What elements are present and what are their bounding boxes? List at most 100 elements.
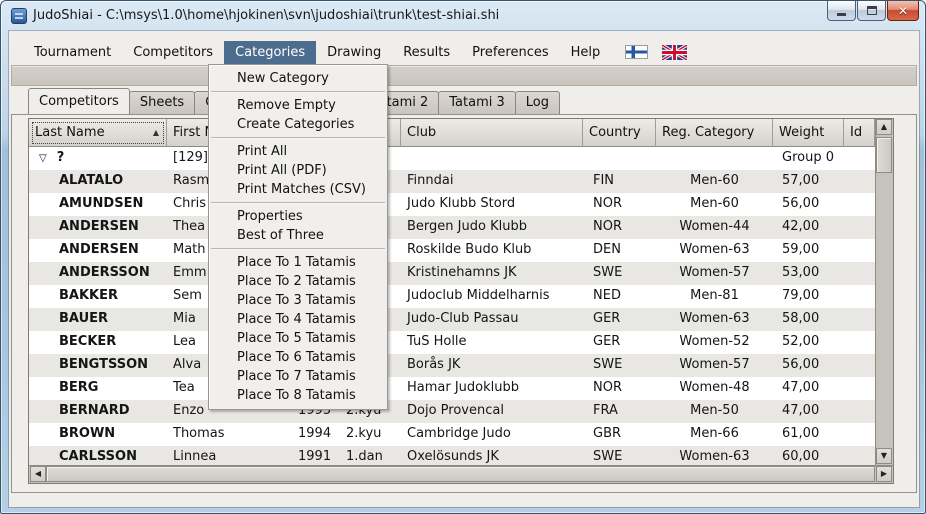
table-row[interactable]: BERNARDEnzo19952.kyuDojo ProvencalFRAMen… xyxy=(29,400,875,423)
scroll-left-button[interactable]: ◀ xyxy=(30,466,46,482)
cell-4: Oxelösunds JK xyxy=(401,446,583,465)
column-header-last-name[interactable]: Last Name▲ xyxy=(29,119,167,147)
menu-option-place-to-6-tatamis[interactable]: Place To 6 Tatamis xyxy=(210,348,386,367)
cell-4: Borås JK xyxy=(401,354,583,377)
cell-0: BAUER xyxy=(29,308,167,331)
menubar-item-categories[interactable]: Categories xyxy=(224,41,316,64)
tab-tatami-3[interactable]: Tatami 3 xyxy=(438,91,516,114)
cell-7: 56,00 xyxy=(773,354,844,377)
cell-8 xyxy=(844,216,875,239)
cell-0: BENGTSSON xyxy=(29,354,167,377)
cell-5: DEN xyxy=(583,239,656,262)
tab-competitors[interactable]: Competitors xyxy=(28,88,130,114)
cell-6: Women-63 xyxy=(656,239,773,262)
cell-5: GER xyxy=(583,331,656,354)
cell-3: 1.dan xyxy=(340,446,401,465)
uk-flag-icon[interactable] xyxy=(662,45,687,60)
menu-option-place-to-7-tatamis[interactable]: Place To 7 Tatamis xyxy=(210,367,386,386)
cell-2: 1991 xyxy=(292,446,340,465)
finnish-flag-icon[interactable] xyxy=(625,45,648,59)
column-header-club[interactable]: Club xyxy=(401,119,583,147)
table-row[interactable]: CARLSSONLinnea19911.danOxelösunds JKSWEW… xyxy=(29,446,875,465)
menu-option-place-to-2-tatamis[interactable]: Place To 2 Tatamis xyxy=(210,272,386,291)
cell-4: Cambridge Judo xyxy=(401,423,583,446)
menu-option-remove-empty[interactable]: Remove Empty xyxy=(210,96,386,115)
cell-7: 59,00 xyxy=(773,239,844,262)
tab-sheets[interactable]: Sheets xyxy=(129,91,195,114)
cell-5: FIN xyxy=(583,170,656,193)
menubar-item-help[interactable]: Help xyxy=(560,41,612,64)
column-header-country[interactable]: Country xyxy=(583,119,656,147)
menu-option-create-categories[interactable]: Create Categories xyxy=(210,115,386,134)
table-row[interactable]: BAUERMiaJudo-Club PassauGERWomen-6358,00 xyxy=(29,308,875,331)
cell-8 xyxy=(844,147,875,170)
table-row[interactable]: ANDERSSONEmmKristinehamns JKSWEWomen-575… xyxy=(29,262,875,285)
sort-ascending-icon: ▲ xyxy=(153,119,159,146)
cell-5: FRA xyxy=(583,400,656,423)
tab-log[interactable]: Log xyxy=(515,91,560,114)
vertical-scrollbar[interactable]: ▲ ▼ xyxy=(875,119,893,465)
menubar-item-competitors[interactable]: Competitors xyxy=(122,41,224,64)
cell-7: 57,00 xyxy=(773,170,844,193)
cell-5: NOR xyxy=(583,216,656,239)
cell-7: 52,00 xyxy=(773,331,844,354)
cell-1: Thomas xyxy=(167,423,292,446)
menu-option-properties[interactable]: Properties xyxy=(210,207,386,226)
vertical-scroll-thumb[interactable] xyxy=(876,137,892,173)
menu-option-place-to-8-tatamis[interactable]: Place To 8 Tatamis xyxy=(210,386,386,405)
group-row[interactable]: ▽?[129]Group 0 xyxy=(29,147,875,170)
menu-option-new-category[interactable]: New Category xyxy=(210,69,386,88)
menu-option-print-matches-csv[interactable]: Print Matches (CSV) xyxy=(210,180,386,199)
menu-option-print-all-pdf[interactable]: Print All (PDF) xyxy=(210,161,386,180)
expander-open-icon[interactable]: ▽ xyxy=(39,153,47,164)
menu-separator xyxy=(211,137,385,139)
cell-6: Men-66 xyxy=(656,423,773,446)
cell-8 xyxy=(844,377,875,400)
menu-option-print-all[interactable]: Print All xyxy=(210,142,386,161)
table-row[interactable]: ANDERSENMathRoskilde Budo KlubDENWomen-6… xyxy=(29,239,875,262)
table-row[interactable]: BAKKERSemJudoclub MiddelharnisNEDMen-817… xyxy=(29,285,875,308)
cell-6: Men-60 xyxy=(656,193,773,216)
menu-option-place-to-4-tatamis[interactable]: Place To 4 Tatamis xyxy=(210,310,386,329)
table-row[interactable]: BERGTeaHamar JudoklubbNORWomen-4847,00 xyxy=(29,377,875,400)
table-row[interactable]: AMUNDSENChrisJudo Klubb StordNORMen-6056… xyxy=(29,193,875,216)
maximize-button[interactable] xyxy=(857,1,886,21)
minimize-button[interactable] xyxy=(827,1,856,21)
scroll-up-button[interactable]: ▲ xyxy=(876,119,892,135)
column-header-reg-category[interactable]: Reg. Category xyxy=(656,119,773,147)
cell-4 xyxy=(401,147,583,170)
menu-option-place-to-5-tatamis[interactable]: Place To 5 Tatamis xyxy=(210,329,386,348)
cell-6: Women-57 xyxy=(656,262,773,285)
column-header-label: Club xyxy=(407,125,436,140)
menu-option-place-to-3-tatamis[interactable]: Place To 3 Tatamis xyxy=(210,291,386,310)
cell-6: Men-60 xyxy=(656,170,773,193)
cell-8 xyxy=(844,446,875,465)
horizontal-scrollbar[interactable]: ◀ ▶ xyxy=(29,465,893,483)
table-row[interactable]: ANDERSENTheaBergen Judo KlubbNORWomen-44… xyxy=(29,216,875,239)
titlebar[interactable]: JudoShiai - C:\msys\1.0\home\hjokinen\sv… xyxy=(1,1,925,31)
column-header-id[interactable]: Id xyxy=(844,119,875,147)
cell-5: SWE xyxy=(583,262,656,285)
table-row[interactable]: ALATALORasmFinndaiFINMen-6057,00 xyxy=(29,170,875,193)
table-row[interactable]: BECKERLeaTuS HolleGERWomen-5252,00 xyxy=(29,331,875,354)
menu-separator xyxy=(211,91,385,93)
cell-4: Bergen Judo Klubb xyxy=(401,216,583,239)
menu-option-best-of-three[interactable]: Best of Three xyxy=(210,226,386,245)
cell-7: 42,00 xyxy=(773,216,844,239)
menubar-item-results[interactable]: Results xyxy=(392,41,461,64)
table-row[interactable]: BENGTSSONAlvaBorås JKSWEWomen-5756,00 xyxy=(29,354,875,377)
menu-option-place-to-1-tatamis[interactable]: Place To 1 Tatamis xyxy=(210,253,386,272)
scroll-right-button[interactable]: ▶ xyxy=(876,466,892,482)
cell-8 xyxy=(844,354,875,377)
cell-5: NOR xyxy=(583,377,656,400)
menubar-item-preferences[interactable]: Preferences xyxy=(461,41,559,64)
close-button[interactable]: ✕ xyxy=(887,1,919,21)
column-header-weight[interactable]: Weight xyxy=(773,119,844,147)
table-row[interactable]: BROWNThomas19942.kyuCambridge JudoGBRMen… xyxy=(29,423,875,446)
menubar-item-tournament[interactable]: Tournament xyxy=(23,41,122,64)
cell-4: Roskilde Budo Klub xyxy=(401,239,583,262)
horizontal-scroll-thumb[interactable] xyxy=(46,466,875,482)
menubar-item-drawing[interactable]: Drawing xyxy=(316,41,392,64)
scroll-down-button[interactable]: ▼ xyxy=(876,448,892,464)
maximize-icon xyxy=(867,6,877,15)
